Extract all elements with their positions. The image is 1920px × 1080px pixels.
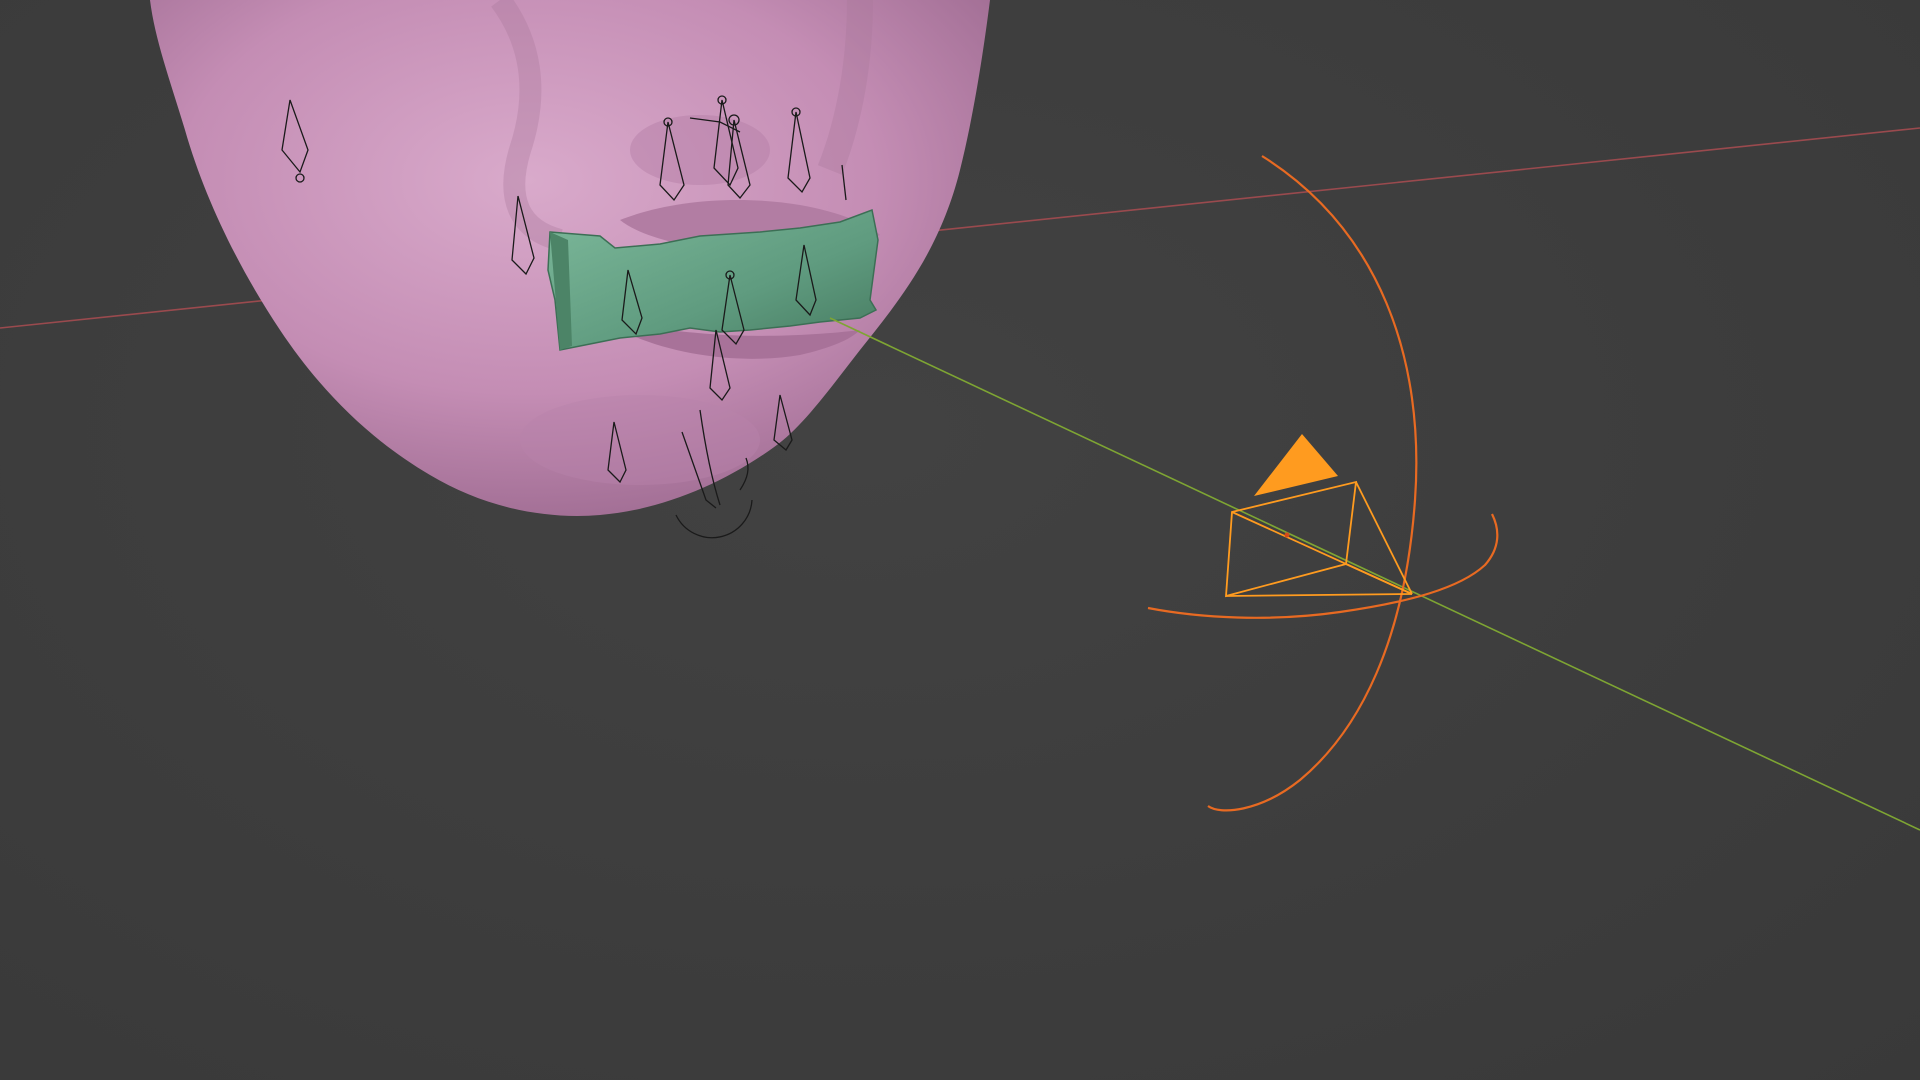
camera-object[interactable] <box>1225 434 1413 598</box>
gizmo-ring-horizontal[interactable] <box>1147 513 1499 619</box>
camera-origin <box>1284 532 1290 538</box>
3d-viewport[interactable] <box>0 0 1920 1080</box>
viewport-canvas[interactable] <box>0 0 1920 1080</box>
camera-up-triangle-icon[interactable] <box>1254 434 1338 496</box>
rotate-gizmo[interactable] <box>1147 155 1499 812</box>
gizmo-ring-vertical[interactable] <box>1207 155 1418 812</box>
y-axis-line <box>829 317 1920 831</box>
